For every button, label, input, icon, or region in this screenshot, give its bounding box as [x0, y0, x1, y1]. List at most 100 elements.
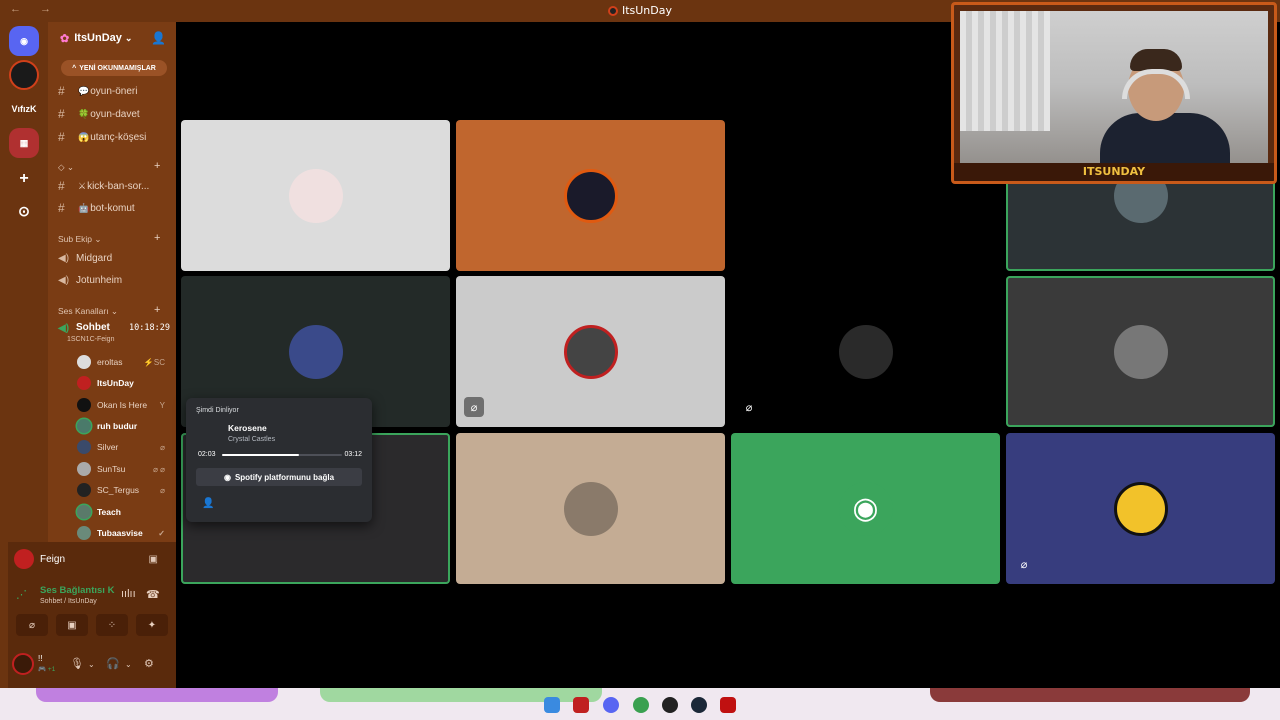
steam-icon[interactable] [691, 697, 707, 713]
avatar [77, 419, 91, 433]
category-ses-kanallari[interactable]: Ses Kanalları ⌄ + [58, 304, 160, 317]
itsunday-server-icon[interactable] [9, 60, 39, 90]
avatar [563, 481, 618, 536]
live-stream-row[interactable]: Feign ▣ [8, 546, 176, 572]
voice-user[interactable]: eroltas ⚡SC [77, 353, 167, 371]
video-tile[interactable]: ⌀ [1006, 433, 1275, 584]
chevron-down-icon[interactable]: ⌄ [125, 660, 132, 669]
channel-oyun-davet[interactable]: # 🍀 oyun-davet [58, 104, 140, 124]
soundboard-button[interactable]: ✦ [136, 614, 168, 636]
taskbar-decor [36, 688, 278, 702]
avatar [14, 549, 34, 569]
voice-user[interactable]: ItsUnDay [77, 374, 167, 392]
avatar[interactable] [12, 653, 34, 675]
server-logo-icon [607, 6, 618, 16]
server-header[interactable]: ✿ ItsUnDay ⌄ 👤 [48, 22, 176, 54]
mute-icon: ⌀ [745, 401, 753, 414]
video-tile[interactable] [1006, 276, 1275, 427]
webcam-feed [960, 11, 1268, 181]
discord-home-icon[interactable]: ◉ [9, 26, 39, 56]
total-time: 03:12 [344, 451, 362, 458]
song-artist: Crystal Castles [228, 436, 276, 443]
server-folder-icon[interactable]: ▦ [9, 128, 39, 158]
video-tile[interactable] [456, 433, 725, 584]
connect-spotify-button[interactable]: ◉ Spotify platformunu bağla [196, 468, 362, 486]
voice-user[interactable]: ruh budur [77, 417, 167, 435]
speaker-active-icon: ◀) [58, 322, 70, 334]
chevron-up-icon: ^ [72, 64, 77, 72]
mute-icon: ⌀ ⌀ [153, 464, 165, 474]
channel-oyun-oneri[interactable]: # 💬 oyun-öneri [58, 81, 137, 101]
add-channel-icon[interactable]: + [154, 232, 160, 244]
hash-icon: # [58, 130, 65, 144]
discord-app-icon[interactable] [603, 697, 619, 713]
add-channel-icon[interactable]: + [154, 160, 160, 172]
voice-user[interactable]: Okan Is Here Y [77, 396, 167, 414]
obs-icon[interactable] [662, 697, 678, 713]
video-tile[interactable] [181, 120, 450, 271]
new-unreads-pill[interactable]: ^ YENİ OKUNMAMIŞLAR [61, 60, 167, 76]
video-tile[interactable] [456, 120, 725, 271]
voice-user[interactable]: SunTsu ⌀ ⌀ [77, 460, 167, 478]
voice-user[interactable]: Tubaasvise ✓ [77, 524, 167, 542]
voice-user[interactable]: Teach [77, 503, 167, 521]
red-app-icon[interactable] [720, 697, 736, 713]
video-tile[interactable]: ⌀ [731, 276, 1000, 427]
category-unnamed[interactable]: ◇ ⌄ + [58, 160, 160, 173]
avatar [77, 376, 91, 390]
spotify-listening-popup: Şimdi Dinliyor Kerosene Crystal Castles … [186, 398, 372, 522]
invite-icon[interactable]: 👤 [151, 31, 166, 45]
avatar [838, 168, 893, 223]
voice-user[interactable]: SC_Tergus ⌀ [77, 481, 167, 499]
channel-utanc-kosesi[interactable]: # 😱 utanç-köşesi [58, 127, 146, 147]
user-panel: Feign ▣ ⋰ Ses Bağlantısı K Sohbet / ItsU… [8, 542, 176, 688]
voice-channel-jotunheim[interactable]: ◀) Jotunheim [58, 270, 122, 290]
discord-logo-icon: ◉ [838, 481, 893, 536]
avatar [563, 324, 618, 379]
screen-share-icon[interactable]: ▣ [149, 554, 158, 565]
avatar [77, 505, 91, 519]
gear-icon[interactable]: ⚙ [144, 657, 154, 670]
call-timer: 10:18:29 [129, 323, 170, 333]
mute-icon: ⌀ [1020, 558, 1028, 571]
video-app-icon[interactable] [573, 697, 589, 713]
chevron-down-icon: ⌄ [124, 32, 133, 43]
add-server-icon[interactable]: + [9, 164, 39, 194]
add-channel-icon[interactable]: + [154, 304, 160, 316]
voice-channel-sohbet[interactable]: ◀) Sohbet 10:18:29 1SCN1C-Feign [58, 322, 170, 343]
vifizk-server-icon[interactable]: VıfızK [9, 94, 39, 124]
hash-icon: # [58, 201, 65, 215]
status-icons: ✓ [158, 528, 165, 538]
add-friend-icon[interactable]: 👤 [202, 498, 214, 509]
discover-icon[interactable]: ⊙ [9, 196, 39, 226]
video-tile[interactable]: ◉ [731, 433, 1000, 584]
screen-share-button[interactable]: ▣ [56, 614, 88, 636]
channel-status: 1SCN1C-Feign [67, 336, 115, 343]
camera-off-button[interactable]: ⌀ [16, 614, 48, 636]
signal-icon[interactable]: ⋰ [16, 588, 27, 601]
voice-actions: ⌀ ▣ ⁘ ✦ [8, 614, 176, 636]
camera-off-icon: ⌀ [464, 397, 484, 417]
noise-suppression-icon[interactable]: ıılıı [121, 588, 136, 600]
activities-button[interactable]: ⁘ [96, 614, 128, 636]
connection-channel[interactable]: Sohbet / ItsUnDay [40, 598, 97, 605]
chevron-down-icon[interactable]: ⌄ [88, 660, 95, 669]
avatar [77, 483, 91, 497]
headphones-icon[interactable]: 🎧 [106, 657, 120, 670]
chrome-icon[interactable] [633, 697, 649, 713]
taskbar [0, 688, 1280, 720]
windows-start-icon[interactable] [544, 697, 560, 713]
channel-bot-komut[interactable]: # 🤖 bot-komut [58, 198, 135, 218]
disconnect-icon[interactable]: ☎ [146, 588, 160, 601]
channel-kick-ban[interactable]: # ⚔ kick-ban-sor... [58, 176, 149, 196]
hash-icon: # [58, 84, 65, 98]
category-sub-ekip[interactable]: Sub Ekip ⌄ + [58, 232, 160, 245]
avatar [77, 355, 91, 369]
voice-user[interactable]: Silver ⌀ [77, 438, 167, 456]
microphone-icon[interactable]: 🎙 [70, 657, 84, 670]
avatar [563, 168, 618, 223]
video-tile[interactable]: ⌀ [456, 276, 725, 427]
speaker-icon: ◀) [58, 253, 70, 264]
hash-icon: # [58, 179, 65, 193]
voice-channel-midgard[interactable]: ◀) Midgard [58, 248, 112, 268]
